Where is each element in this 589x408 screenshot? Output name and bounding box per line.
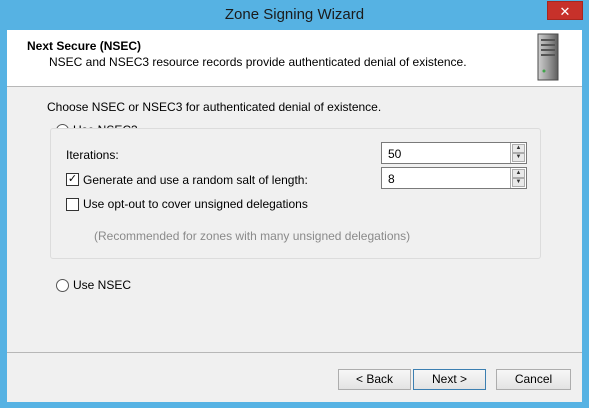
page-subtitle: NSEC and NSEC3 resource records provide … bbox=[49, 55, 467, 69]
iterations-label: Iterations: bbox=[66, 148, 119, 162]
optout-label[interactable]: Use opt-out to cover unsigned delegation… bbox=[83, 197, 308, 211]
iterations-spinbox[interactable]: 50 ▲ ▼ bbox=[381, 142, 527, 164]
random-salt-label[interactable]: Generate and use a random salt of length… bbox=[83, 173, 308, 187]
salt-length-value[interactable]: 8 bbox=[388, 172, 395, 186]
cancel-button[interactable]: Cancel bbox=[496, 369, 571, 390]
next-button[interactable]: Next > bbox=[413, 369, 486, 390]
dialog-client: Next Secure (NSEC) NSEC and NSEC3 resour… bbox=[7, 30, 582, 402]
wizard-window: Zone Signing Wizard ✕ Next Secure (NSEC)… bbox=[0, 0, 589, 408]
iterations-spin-buttons: ▲ ▼ bbox=[510, 143, 526, 163]
server-icon bbox=[537, 33, 559, 81]
nsec-radio[interactable] bbox=[56, 279, 69, 292]
window-title: Zone Signing Wizard bbox=[224, 6, 365, 23]
iterations-value[interactable]: 50 bbox=[388, 147, 401, 161]
instruction-text: Choose NSEC or NSEC3 for authenticated d… bbox=[47, 100, 382, 114]
spin-down-icon[interactable]: ▼ bbox=[512, 153, 525, 162]
salt-length-spinbox[interactable]: 8 ▲ ▼ bbox=[381, 167, 527, 189]
footer-divider bbox=[7, 352, 582, 353]
nsec-radio-label[interactable]: Use NSEC bbox=[73, 278, 131, 292]
spin-down-icon[interactable]: ▼ bbox=[512, 178, 525, 187]
random-salt-checkbox[interactable]: ✓ bbox=[66, 173, 79, 186]
spin-up-icon[interactable]: ▲ bbox=[512, 144, 525, 153]
optout-checkbox[interactable] bbox=[66, 198, 79, 211]
salt-spin-buttons: ▲ ▼ bbox=[510, 168, 526, 188]
wizard-header: Next Secure (NSEC) NSEC and NSEC3 resour… bbox=[7, 30, 582, 87]
optout-note: (Recommended for zones with many unsigne… bbox=[94, 229, 411, 243]
spin-up-icon[interactable]: ▲ bbox=[512, 169, 525, 178]
page-title: Next Secure (NSEC) bbox=[27, 39, 142, 53]
back-button[interactable]: < Back bbox=[338, 369, 411, 390]
close-icon[interactable]: ✕ bbox=[547, 1, 583, 20]
title-bar[interactable]: Zone Signing Wizard ✕ bbox=[0, 0, 589, 30]
